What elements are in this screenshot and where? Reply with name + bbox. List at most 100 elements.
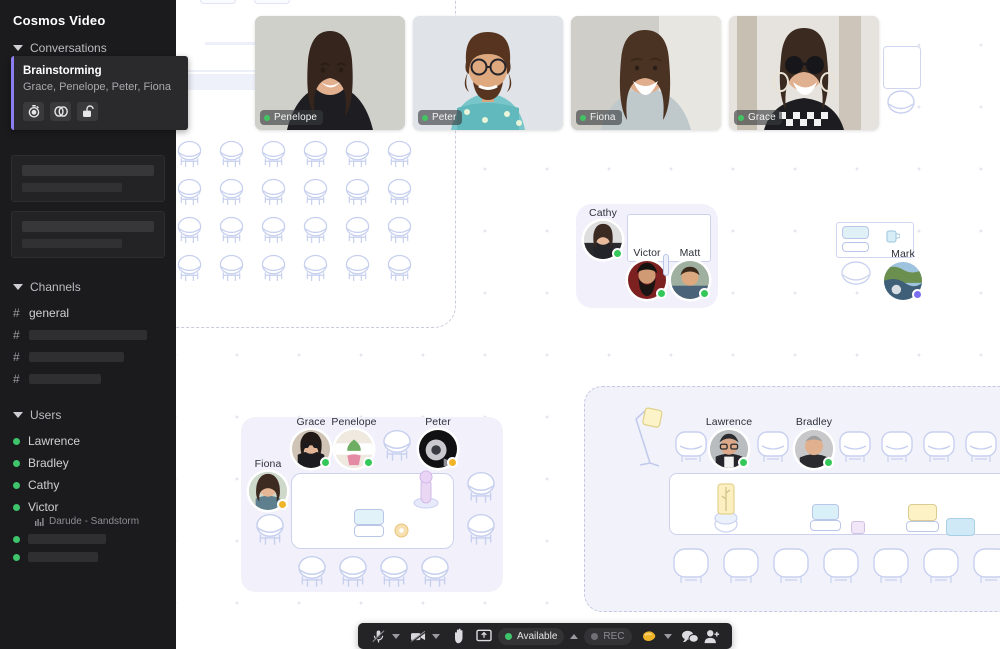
stool-seat[interactable] (302, 254, 328, 282)
meeting-chair[interactable] (465, 513, 497, 547)
channel-label-redacted (29, 352, 124, 362)
link-icon[interactable] (50, 102, 71, 121)
screen-share-icon[interactable] (473, 623, 495, 649)
stool-seat[interactable] (218, 178, 244, 206)
meeting-chair[interactable] (419, 555, 451, 589)
stool-seat[interactable] (344, 216, 370, 244)
desk-chair[interactable] (972, 547, 1000, 587)
stool-seat[interactable] (218, 140, 244, 168)
conversation-placeholder-1[interactable] (11, 155, 165, 202)
person-lawrence-desk[interactable]: Lawrence (706, 416, 752, 468)
reaction-icon[interactable] (639, 623, 661, 649)
music-note-icon (35, 518, 44, 526)
meeting-chair[interactable] (378, 555, 410, 589)
sidebar-section-users[interactable]: Users (0, 390, 176, 430)
stool-seat[interactable] (386, 178, 412, 206)
meeting-chair[interactable] (465, 471, 497, 505)
status-pill-available[interactable]: Available (498, 627, 565, 645)
video-tile-peter[interactable]: Peter (413, 16, 563, 130)
person-peter-room[interactable]: Peter (419, 416, 458, 468)
stool-seat[interactable] (302, 140, 328, 168)
meeting-chair[interactable] (296, 555, 328, 589)
caret-down-icon-channels[interactable] (13, 284, 23, 290)
sidebar-item-user-bradley[interactable]: Bradley (0, 452, 176, 474)
stool-seat[interactable] (386, 140, 412, 168)
channel-label-general: general (29, 306, 70, 320)
active-conversation-card[interactable]: Brainstorming Grace, Penelope, Peter, Fi… (11, 56, 188, 130)
desk-chair[interactable] (672, 547, 710, 587)
record-pill[interactable]: REC (584, 627, 632, 645)
sidebar-item-user-redacted-1[interactable] (0, 530, 176, 548)
hash-icon: # (13, 372, 20, 386)
desk-chair[interactable] (772, 547, 810, 587)
desk-chair[interactable] (872, 547, 910, 587)
sidebar-item-user-redacted-2[interactable] (0, 548, 176, 566)
chat-bubbles-icon[interactable] (679, 623, 701, 649)
sidebar-item-channel-general[interactable]: # general (0, 302, 176, 324)
person-matt[interactable]: Matt (671, 247, 710, 299)
person-victor[interactable]: Victor (628, 247, 667, 299)
camera-menu-chevron-down-icon[interactable] (429, 623, 443, 649)
stool-seat[interactable] (386, 254, 412, 282)
stool-seat[interactable] (344, 178, 370, 206)
unlock-icon[interactable] (77, 102, 98, 121)
person-bradley-desk[interactable]: Bradley (795, 416, 834, 468)
meeting-chair[interactable] (337, 555, 369, 589)
video-tile-penelope[interactable]: Penelope (255, 16, 405, 130)
desk-chair[interactable] (822, 547, 860, 587)
desk-chair[interactable] (756, 430, 790, 464)
desk-chair[interactable] (674, 430, 708, 464)
stool-seat[interactable] (176, 178, 202, 206)
sidebar-section-channels[interactable]: Channels (0, 267, 176, 302)
desk-chair[interactable] (922, 547, 960, 587)
conversation-placeholder-2[interactable] (11, 211, 165, 258)
reaction-menu-chevron-down-icon[interactable] (661, 623, 675, 649)
add-person-icon[interactable] (701, 623, 723, 649)
stool-seat[interactable] (218, 254, 244, 282)
microphone-menu-chevron-down-icon[interactable] (389, 623, 403, 649)
stool-seat[interactable] (176, 216, 202, 244)
stool-seat[interactable] (176, 140, 202, 168)
sidebar-item-channel-redacted-3[interactable]: # (0, 368, 176, 390)
stool-seat[interactable] (260, 178, 286, 206)
sidebar-item-channel-redacted-1[interactable]: # (0, 324, 176, 346)
keyboard-mark (842, 242, 869, 252)
stool-seat[interactable] (344, 140, 370, 168)
stool-seat[interactable] (176, 254, 202, 282)
video-tile-grace[interactable]: Grace (729, 16, 879, 130)
person-mark[interactable]: Mark (884, 248, 923, 300)
sidebar-item-user-lawrence[interactable]: Lawrence (0, 430, 176, 452)
person-penelope-room[interactable]: Penelope (331, 416, 376, 468)
desk-chair[interactable] (964, 430, 998, 464)
desk-chair[interactable] (838, 430, 872, 464)
person-grace-room[interactable]: Grace (292, 416, 331, 468)
caret-down-icon-conversations[interactable] (13, 45, 23, 51)
desk-chair[interactable] (922, 430, 956, 464)
stool-seat[interactable] (386, 216, 412, 244)
stool-seat[interactable] (218, 216, 244, 244)
raise-hand-icon[interactable] (448, 623, 470, 649)
camera-off-icon[interactable] (407, 623, 429, 649)
stool-seat[interactable] (344, 254, 370, 282)
microphone-muted-icon[interactable] (367, 623, 389, 649)
stool-seat[interactable] (260, 216, 286, 244)
stool-seat[interactable] (260, 140, 286, 168)
meeting-chair[interactable] (254, 513, 286, 547)
stool-seat[interactable] (260, 254, 286, 282)
meeting-chair[interactable] (381, 429, 413, 463)
person-fiona-room[interactable]: Fiona (249, 458, 288, 510)
sidebar-item-user-cathy[interactable]: Cathy (0, 474, 176, 496)
stool-seat[interactable] (302, 216, 328, 244)
laptop-screen-desk-2 (908, 504, 937, 521)
person-cathy[interactable]: Cathy (584, 207, 623, 259)
sidebar-item-channel-redacted-2[interactable]: # (0, 346, 176, 368)
stool-seat[interactable] (302, 178, 328, 206)
desk-chair[interactable] (722, 547, 760, 587)
sidebar-item-user-victor[interactable]: Victor (0, 496, 176, 515)
video-tile-fiona[interactable]: Fiona (571, 16, 721, 130)
desk-chair[interactable] (880, 430, 914, 464)
desk-top-right[interactable] (883, 46, 921, 89)
timer-icon[interactable] (23, 102, 44, 121)
caret-down-icon-users[interactable] (13, 412, 23, 418)
status-menu-chevron-up-icon[interactable] (567, 623, 581, 649)
